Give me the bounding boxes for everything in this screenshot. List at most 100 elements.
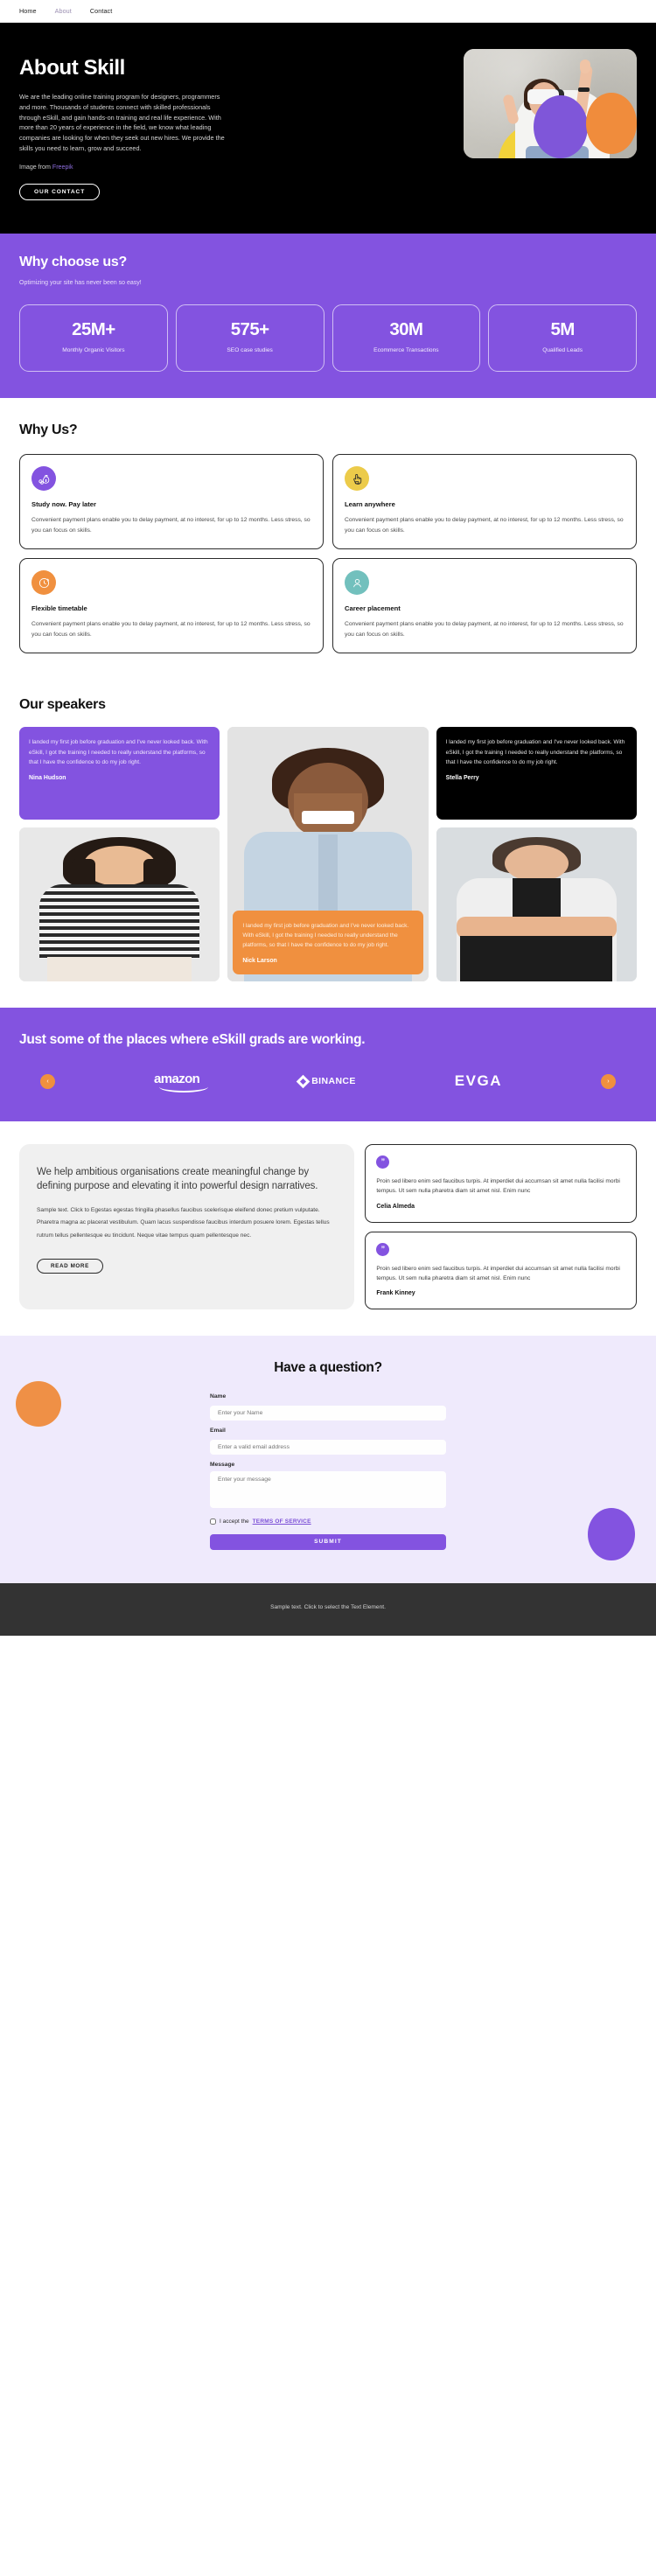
feature-card-grid: Study now. Pay later Convenient payment … bbox=[19, 454, 637, 654]
freepik-link[interactable]: Freepik bbox=[52, 164, 73, 171]
testimonial-card: I landed my first job before graduation … bbox=[233, 910, 423, 975]
stat-label: Qualified Leads bbox=[542, 347, 583, 354]
feature-card[interactable]: Flexible timetable Convenient payment pl… bbox=[19, 558, 324, 654]
our-speakers-section: Our speakers I landed my first job befor… bbox=[0, 676, 656, 1008]
feature-body: Convenient payment plans enable you to d… bbox=[345, 621, 624, 638]
contact-heading: Have a question? bbox=[274, 1360, 382, 1376]
contact-form: Name Email Message I accept the TERMS OF… bbox=[210, 1393, 446, 1550]
review-card: ” Proin sed libero enim sed faucibus tur… bbox=[365, 1231, 637, 1310]
email-input[interactable] bbox=[210, 1440, 446, 1456]
clock-arrow-icon bbox=[31, 570, 56, 596]
why-us-heading: Why Us? bbox=[19, 422, 78, 438]
stat-value: 30M bbox=[389, 319, 423, 340]
money-bag-icon bbox=[31, 466, 56, 492]
feature-title: Flexible timetable bbox=[31, 604, 87, 613]
feature-title: Study now. Pay later bbox=[31, 500, 96, 509]
contact-section: Have a question? Name Email Message I ac… bbox=[0, 1336, 656, 1583]
message-label: Message bbox=[210, 1462, 235, 1469]
binance-diamond-icon bbox=[296, 1074, 311, 1089]
brand-carousel: ‹ amazon BINANCE EVGA › bbox=[19, 1072, 637, 1093]
terms-of-service-link[interactable]: TERMS OF SERVICE bbox=[253, 1518, 311, 1525]
nav-item-contact[interactable]: Contact bbox=[90, 7, 112, 15]
testimonial-text: I landed my first job before graduation … bbox=[29, 739, 208, 765]
amazon-logo: amazon bbox=[154, 1072, 208, 1093]
stat-card: 575+ SEO case studies bbox=[175, 304, 325, 373]
terms-checkbox[interactable] bbox=[210, 1518, 216, 1525]
speakers-grid: I landed my first job before graduation … bbox=[19, 727, 637, 982]
orange-circle-decoration bbox=[16, 1381, 61, 1428]
binance-logo-text: BINANCE bbox=[311, 1076, 356, 1087]
why-choose-us-subheading: Optimizing your site has never been so e… bbox=[19, 279, 142, 286]
footer-text: Sample text. Click to select the Text El… bbox=[270, 1603, 386, 1610]
amazon-smile-icon bbox=[158, 1081, 208, 1093]
feature-card[interactable]: Career placement Convenient payment plan… bbox=[332, 558, 637, 654]
binance-logo: BINANCE bbox=[296, 1074, 356, 1089]
why-us-section: Why Us? Study now. Pay later Convenient … bbox=[0, 398, 656, 677]
carousel-prev-icon[interactable]: ‹ bbox=[40, 1073, 55, 1089]
consent-row: I accept the TERMS OF SERVICE bbox=[210, 1518, 446, 1525]
image-credit-prefix: Image from bbox=[19, 163, 51, 171]
about-panel: We help ambitious organisations create m… bbox=[19, 1143, 355, 1310]
reviews-column: ” Proin sed libero enim sed faucibus tur… bbox=[365, 1143, 637, 1310]
review-author: Frank Kinney bbox=[376, 1290, 415, 1297]
testimonial-author: Nina Hudson bbox=[29, 774, 66, 781]
our-contact-button[interactable]: OUR CONTACT bbox=[19, 183, 101, 200]
stat-card: 30M Ecommerce Transactions bbox=[331, 304, 481, 373]
nav-item-about[interactable]: About bbox=[55, 7, 72, 15]
why-choose-us-heading: Why choose us? bbox=[19, 254, 127, 269]
name-input[interactable] bbox=[210, 1406, 446, 1421]
main-navigation: Home About Contact bbox=[0, 0, 656, 23]
about-body: Sample text. Click to Egestas egestas fr… bbox=[37, 1206, 330, 1239]
stat-value: 575+ bbox=[230, 319, 269, 340]
purple-circle-decoration bbox=[588, 1507, 635, 1560]
testimonial-text: I landed my first job before graduation … bbox=[242, 922, 409, 949]
testimonial-author: Nick Larson bbox=[242, 958, 277, 965]
consent-text: I accept the bbox=[220, 1518, 249, 1525]
brands-heading: Just some of the places where eSkill gra… bbox=[19, 1032, 366, 1048]
why-choose-us-section: Why choose us? Optimizing your site has … bbox=[0, 233, 656, 399]
purple-circle-decoration bbox=[534, 95, 588, 158]
our-speakers-heading: Our speakers bbox=[19, 697, 106, 713]
stat-label: Monthly Organic Visitors bbox=[62, 347, 125, 354]
feature-body: Convenient payment plans enable you to d… bbox=[31, 621, 311, 638]
evga-logo: EVGA bbox=[455, 1072, 502, 1090]
review-card: ” Proin sed libero enim sed faucibus tur… bbox=[365, 1143, 637, 1223]
hero-content: About Skill We are the leading online tr… bbox=[19, 47, 282, 200]
email-label: Email bbox=[210, 1428, 226, 1435]
feature-title: Learn anywhere bbox=[345, 500, 395, 509]
review-author: Celia Almeda bbox=[376, 1203, 415, 1210]
feature-card[interactable]: Study now. Pay later Convenient payment … bbox=[19, 454, 324, 550]
hero-description: We are the leading online training progr… bbox=[19, 93, 225, 153]
submit-button[interactable]: SUBMIT bbox=[210, 1533, 446, 1550]
brands-section: Just some of the places where eSkill gra… bbox=[0, 1008, 656, 1121]
user-badge-icon bbox=[345, 570, 369, 596]
carousel-next-icon[interactable]: › bbox=[600, 1073, 616, 1089]
feature-card[interactable]: Learn anywhere Convenient payment plans … bbox=[332, 454, 637, 550]
name-label: Name bbox=[210, 1393, 227, 1400]
stat-card: 5M Qualified Leads bbox=[488, 304, 637, 373]
hero-section: About Skill We are the leading online tr… bbox=[0, 23, 656, 234]
speaker-photo-woman-arms-crossed bbox=[436, 827, 637, 982]
hand-tap-icon bbox=[345, 466, 369, 492]
testimonial-text: I landed my first job before graduation … bbox=[445, 739, 625, 765]
stat-label: Ecommerce Transactions bbox=[373, 347, 439, 354]
testimonial-card: I landed my first job before graduation … bbox=[19, 727, 220, 820]
orange-circle-decoration bbox=[586, 93, 637, 154]
feature-body: Convenient payment plans enable you to d… bbox=[31, 517, 311, 534]
nav-item-home[interactable]: Home bbox=[19, 7, 37, 15]
feature-body: Convenient payment plans enable you to d… bbox=[345, 517, 624, 534]
stat-value: 25M+ bbox=[72, 319, 115, 340]
stats-row: 25M+ Monthly Organic Visitors 575+ SEO c… bbox=[19, 304, 637, 373]
message-textarea[interactable] bbox=[210, 1471, 446, 1509]
about-reviews-section: We help ambitious organisations create m… bbox=[0, 1120, 656, 1337]
read-more-button[interactable]: READ MORE bbox=[37, 1258, 103, 1274]
review-text: Proin sed libero enim sed faucibus turpi… bbox=[376, 1177, 620, 1195]
evga-logo-text: EVGA bbox=[454, 1072, 502, 1090]
stat-value: 5M bbox=[550, 319, 575, 340]
feature-title: Career placement bbox=[345, 604, 401, 613]
review-text: Proin sed libero enim sed faucibus turpi… bbox=[376, 1265, 620, 1281]
page-title: About Skill bbox=[19, 56, 125, 80]
quote-icon: ” bbox=[376, 1242, 390, 1256]
stat-card: 25M+ Monthly Organic Visitors bbox=[19, 304, 168, 373]
page-footer: Sample text. Click to select the Text El… bbox=[0, 1582, 656, 1636]
